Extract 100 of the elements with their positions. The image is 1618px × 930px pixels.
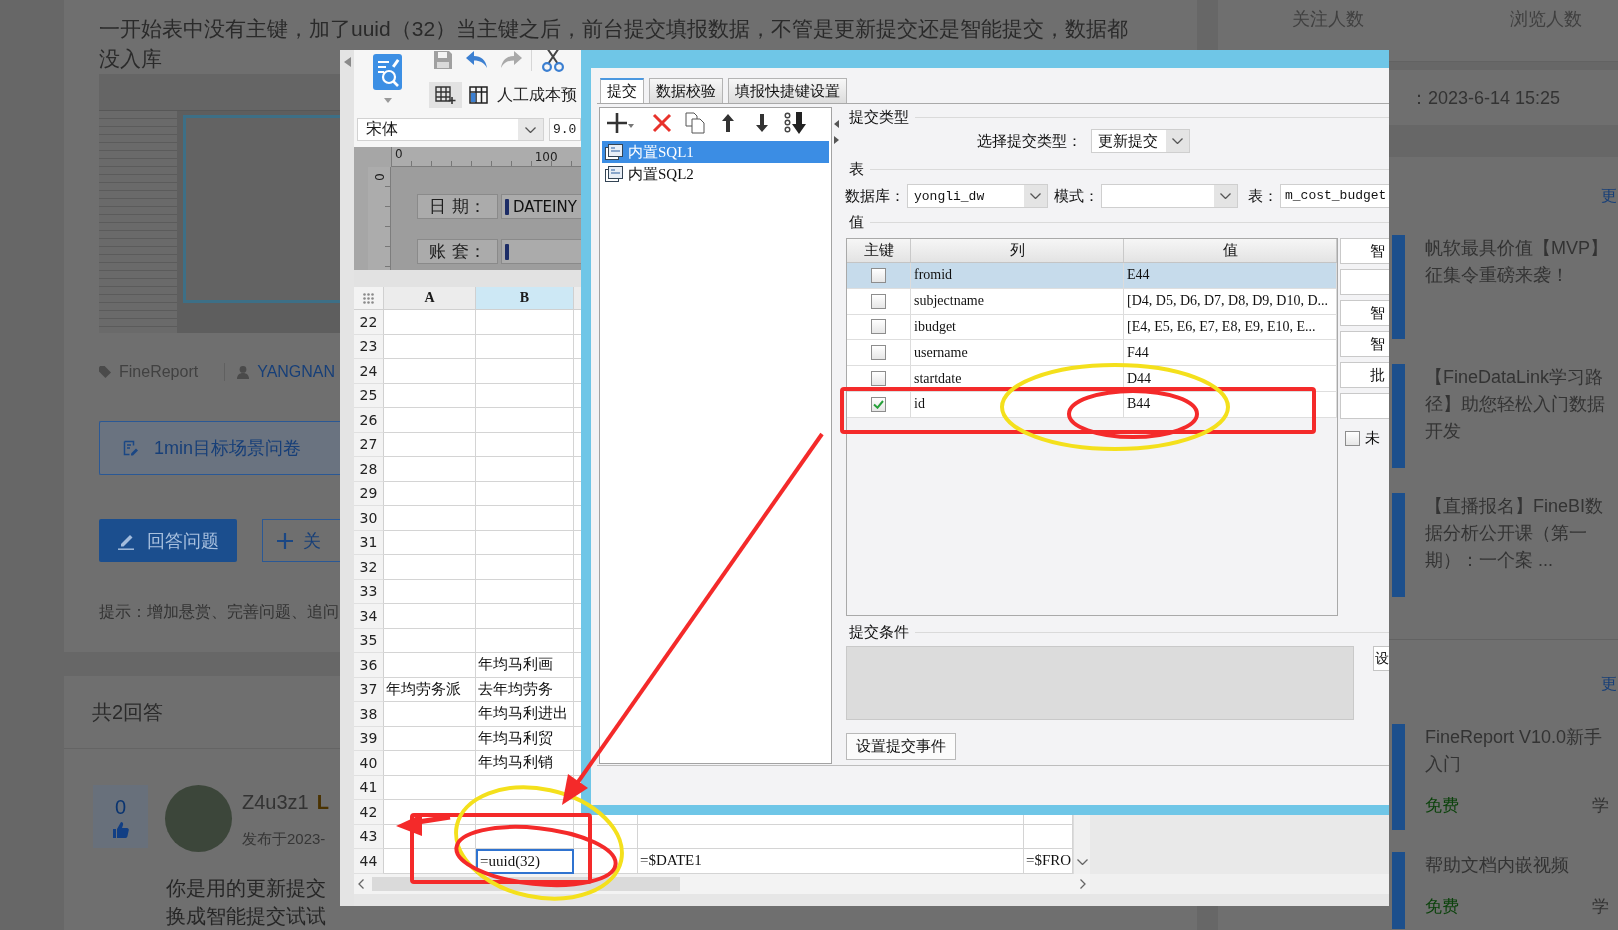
submit-event-button[interactable]: 设置提交事件 [846,733,956,760]
sheet-cell[interactable]: =$FRO [1024,849,1073,874]
save-icon[interactable] [433,50,453,70]
row-number[interactable]: 34 [354,604,384,629]
table-row[interactable]: fromid E44 [847,263,1337,289]
checkbox[interactable] [871,267,886,283]
sheet-cell[interactable] [384,702,476,727]
row-number[interactable]: 25 [354,383,384,408]
side-button[interactable]: 智 [1340,238,1389,264]
chevron-right-icon[interactable] [1080,878,1086,889]
font-size-field[interactable]: 9.0 [549,118,581,141]
scissors-icon[interactable] [542,50,564,72]
checkbox[interactable] [871,293,886,309]
sheet-cell[interactable] [384,653,476,678]
side-button[interactable]: 批 [1340,362,1389,388]
sheet-cell[interactable] [476,457,574,482]
column-header[interactable]: B [476,287,574,310]
sheet-cell[interactable] [384,334,476,359]
side-button[interactable]: 智 [1340,300,1389,326]
row-number[interactable]: 42 [354,800,384,825]
sheet-cell[interactable] [476,481,574,506]
schema-select[interactable] [1101,184,1238,208]
sheet-cell[interactable] [384,628,476,653]
redo-icon[interactable] [500,51,522,69]
sheet-cell[interactable] [476,359,574,384]
tab[interactable]: 填报快捷键设置 [728,78,847,103]
column-header[interactable]: A [384,287,476,310]
row-number[interactable]: 38 [354,702,384,727]
sheet-cell[interactable] [476,334,574,359]
sheet-cell[interactable] [476,383,574,408]
arrow-down-icon[interactable] [756,113,768,132]
insert-grid-button[interactable] [429,82,462,108]
submit-type-select[interactable]: 更新提交 [1091,129,1190,153]
side-button[interactable] [1340,393,1389,419]
report-tab-title[interactable]: 人工成本预 [497,84,577,106]
row-number[interactable]: 32 [354,555,384,580]
row-number[interactable]: 23 [354,334,384,359]
form-widget[interactable]: DATEINY [501,194,581,219]
sheet-cell[interactable] [384,530,476,555]
table-row[interactable]: username F44 [847,340,1337,367]
row-number[interactable]: 40 [354,751,384,776]
row-number[interactable]: 43 [354,824,384,849]
row-number[interactable]: 28 [354,457,384,482]
checkbox[interactable] [871,319,886,335]
sheet-cell[interactable] [384,726,476,751]
sheet-cell[interactable] [384,579,476,604]
sheet-cell[interactable] [476,530,574,555]
row-number[interactable]: 24 [354,359,384,384]
tab[interactable]: 数据校验 [649,78,723,103]
answer-button[interactable]: 回答问题 [99,519,237,562]
sheet-cell[interactable] [384,775,476,800]
sheet-cell[interactable] [384,457,476,482]
row-number[interactable]: 31 [354,530,384,555]
sheet-cell[interactable] [384,751,476,776]
copy-icon[interactable] [685,111,705,134]
table-row[interactable]: subjectname [D4, D5, D6, D7, D8, D9, D10, D... [847,288,1337,315]
side-button[interactable] [1340,269,1389,295]
caret-icon[interactable] [383,98,392,103]
sheet-cell[interactable] [476,555,574,580]
checkbox[interactable] [1345,431,1360,446]
sheet-cell[interactable] [476,310,574,335]
undo-icon[interactable] [466,51,488,69]
form-widget[interactable] [501,239,581,264]
checkbox[interactable] [871,396,886,412]
sheet-cell[interactable] [384,506,476,531]
row-number[interactable]: 22 [354,310,384,335]
sheet-cell[interactable] [1024,824,1073,849]
sheet-cell[interactable] [476,506,574,531]
row-number[interactable]: 26 [354,408,384,433]
x-icon[interactable] [652,112,672,133]
font-select[interactable]: 宋体 [357,118,544,141]
sheet-cell[interactable]: 年均马利贸 [476,726,574,751]
row-number[interactable]: 41 [354,775,384,800]
sheet-cell[interactable] [384,604,476,629]
sheet-cell[interactable] [384,408,476,433]
row-number[interactable]: 44 [354,849,384,874]
table-row[interactable]: ibudget [E4, E5, E6, E7, E8, E9, E10, E... [847,314,1337,341]
row-number[interactable]: 36 [354,653,384,678]
row-number[interactable]: 39 [354,726,384,751]
sheet-cell[interactable] [476,628,574,653]
sheet-cell[interactable] [384,481,476,506]
report-search-icon[interactable] [373,54,402,90]
row-number[interactable]: 30 [354,506,384,531]
list-item[interactable]: 内置SQL2 [602,163,829,185]
caret-icon[interactable] [628,123,634,128]
sheet-cell[interactable] [638,824,1024,849]
sheet-cell[interactable]: 去年均劳务 [476,677,574,702]
tab[interactable]: 提交 [600,78,644,103]
sheet-cell[interactable]: 年均劳务派 [384,677,476,702]
sheet-cell[interactable] [476,408,574,433]
sheet-cell[interactable] [384,383,476,408]
grid-icon[interactable] [469,86,488,104]
arrow-up-icon[interactable] [722,113,734,132]
database-select[interactable]: yongli_dw [907,184,1048,208]
sheet-cell[interactable] [384,555,476,580]
checkbox[interactable] [871,371,886,387]
chevron-left-icon[interactable] [358,878,364,889]
corner-header[interactable] [354,287,384,310]
sheet-cell[interactable]: 年均马利进出 [476,702,574,727]
sheet-cell[interactable]: =uuid(32) [476,849,574,874]
